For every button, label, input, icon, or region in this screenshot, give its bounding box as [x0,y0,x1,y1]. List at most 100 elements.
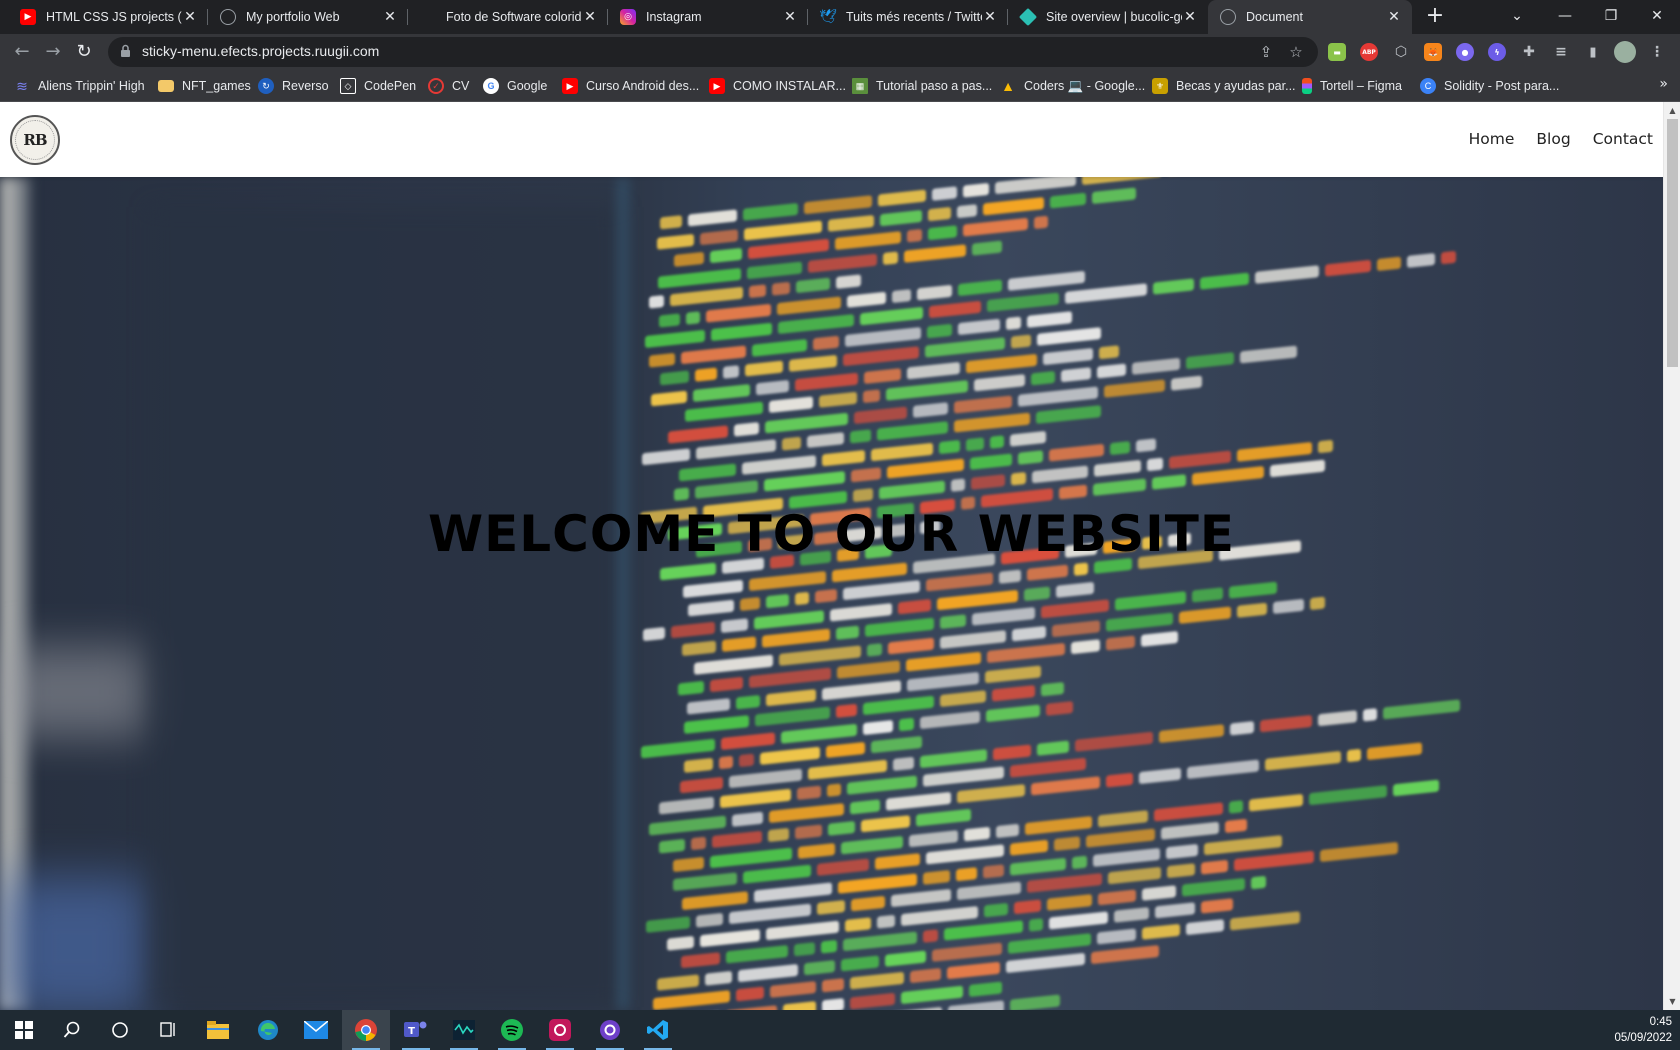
chrome-taskbar-icon[interactable] [342,1010,390,1050]
tab-site-overview[interactable]: Site overview | bucolic-ge ✕ [1008,0,1208,34]
code-token [836,625,859,640]
scrollbar-thumb[interactable] [1667,119,1678,367]
bookmark-google[interactable]: G Google [483,77,547,95]
bookmark-curso-android[interactable]: ▶ Curso Android des... [562,77,699,95]
forward-button[interactable]: → [39,38,67,66]
code-token [682,640,716,657]
close-icon[interactable]: ✕ [582,9,598,25]
bookmark-coders-google[interactable]: ▲ Coders 💻 - Google... [1000,77,1145,95]
code-token [807,432,844,448]
puzzle-extensions-icon[interactable]: ✚ [1520,43,1538,61]
close-icon[interactable]: ✕ [782,9,798,25]
mail-icon[interactable] [292,1010,340,1050]
bookmark-becas-y-ayudas[interactable]: ⚜ Becas y ayudas par... [1152,77,1296,95]
address-bar[interactable]: sticky-menu.efects.projects.ruugii.com ⇪… [108,37,1318,67]
bookmark-codepen[interactable]: ◇ CodePen [340,77,416,95]
pink-app-icon[interactable] [536,1010,584,1050]
teams-icon[interactable]: T [392,1010,440,1050]
code-token [954,412,1030,433]
vscode-icon[interactable] [634,1010,682,1050]
page-viewport: RB Home Blog Contact WELCOME TO OUR WEBS… [0,102,1680,1010]
cortana-icon[interactable] [96,1010,144,1050]
site-logo[interactable]: RB [10,115,60,165]
task-view-icon[interactable] [144,1010,192,1050]
search-icon[interactable] [48,1010,96,1050]
spotify-icon[interactable] [488,1010,536,1050]
code-token [1115,591,1186,611]
tab-my-portfolio[interactable]: My portfolio Web ✕ [208,0,408,34]
bookmark-reverso[interactable]: ↻ Reverso [258,77,329,95]
close-icon[interactable]: ✕ [1182,9,1198,25]
github-icon[interactable] [586,1010,634,1050]
scroll-down-arrow-icon[interactable]: ▼ [1664,993,1680,1010]
code-token [1010,430,1046,447]
chat-extension-icon[interactable]: ● [1456,43,1474,61]
close-icon[interactable]: ✕ [1386,9,1402,25]
close-icon[interactable]: ✕ [982,9,998,25]
nav-home-link[interactable]: Home [1469,130,1515,148]
code-token [1098,888,1136,905]
nav-blog-link[interactable]: Blog [1536,130,1570,148]
bookmark-aliens-trippin-high[interactable]: ≋ Aliens Trippin' High [14,77,144,95]
start-windows-icon[interactable] [0,1010,48,1050]
side-panel-icon[interactable]: ▮ [1584,43,1602,61]
bookmark-como-instalar[interactable]: ▶ COMO INSTALAR... [709,77,846,95]
code-token [1049,443,1104,462]
bookmark-nft-games[interactable]: NFT_games [158,77,251,95]
code-token [932,942,1002,962]
instagram-icon: ◎ [620,9,636,25]
tab-instagram[interactable]: ◎ Instagram ✕ [608,0,808,34]
bookmark-star-icon[interactable]: ☆ [1286,42,1306,62]
media-queue-icon[interactable]: ≡ [1552,43,1570,61]
share-icon[interactable]: ⇪ [1256,42,1276,62]
bookmark-cv[interactable]: ✓ CV [428,77,469,95]
metamask-icon[interactable]: 🦊 [1424,43,1442,61]
cube-extension-icon[interactable]: ⬡ [1392,43,1410,61]
minimize-button[interactable]: — [1542,0,1588,34]
extension-icon[interactable]: ▬ [1328,43,1346,61]
code-token [1093,478,1146,496]
tab-document[interactable]: Document ✕ [1208,0,1412,34]
bookmark-solidity[interactable]: C Solidity - Post para... [1420,77,1559,95]
menu-kebab-icon[interactable]: ⋮ [1648,43,1666,61]
code-token [937,589,1018,610]
code-token [850,429,871,444]
reload-button[interactable]: ↻ [70,38,98,66]
restore-button[interactable]: ❐ [1588,0,1634,34]
waveform-app-icon[interactable] [440,1010,488,1050]
tab-search-chevron-icon[interactable]: ⌄ [1494,0,1540,34]
profile-avatar[interactable] [1614,41,1636,63]
page-scrollbar[interactable]: ▲ ▼ [1663,102,1680,1010]
code-token [764,471,845,492]
code-token [827,783,841,797]
code-token [972,607,1035,626]
adblock-icon[interactable]: ABP [1360,43,1378,61]
code-token [681,344,746,364]
scroll-up-arrow-icon[interactable]: ▲ [1664,102,1680,119]
code-token [1377,256,1401,272]
code-token [1031,775,1100,795]
system-clock[interactable]: 0:45 05/09/2022 [1614,1014,1672,1046]
tab-twitter[interactable]: 🕊 Tuits més recents / Twitte ✕ [808,0,1008,34]
tab-foto-de-software[interactable]: Foto de Software colorido ✕ [408,0,608,34]
nav-contact-link[interactable]: Contact [1593,130,1653,148]
back-button[interactable]: ← [8,38,36,66]
code-token [1075,731,1153,752]
tab-html-css-js-projects[interactable]: ▶ HTML CSS JS projects (Be ✕ [8,0,208,34]
code-token [817,900,845,915]
close-icon[interactable]: ✕ [182,9,198,25]
bookmarks-overflow-icon[interactable]: » [1659,76,1668,92]
edge-icon[interactable] [244,1010,292,1050]
code-token [1192,587,1223,603]
new-tab-button[interactable]: + [1422,4,1448,30]
bookmark-tortell-figma[interactable]: Tortell – Figma [1302,77,1402,95]
close-icon[interactable]: ✕ [382,9,398,25]
code-token [835,231,901,251]
file-explorer-icon[interactable] [194,1010,242,1050]
code-token [660,370,689,386]
code-token [643,626,665,641]
code-token [837,660,900,679]
close-window-button[interactable]: ✕ [1634,0,1680,34]
bookmark-tutorial-paso-a-paso[interactable]: ▦ Tutorial paso a pas... [852,77,992,95]
bolt-extension-icon[interactable]: ϟ [1488,43,1506,61]
